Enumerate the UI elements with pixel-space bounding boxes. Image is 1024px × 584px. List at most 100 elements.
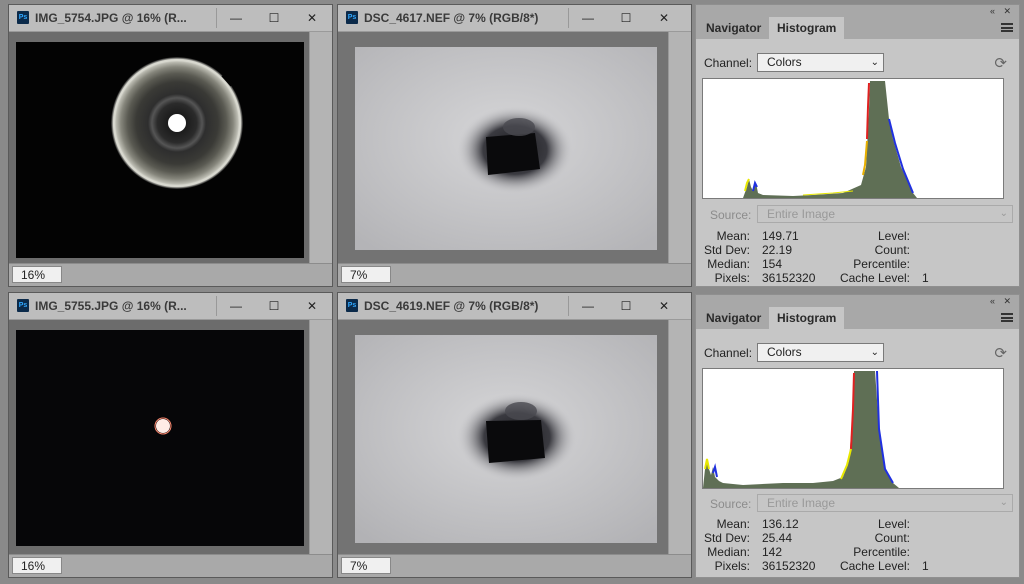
ring-image [111,57,243,189]
cache-level-value: 1 [922,271,929,285]
minimize-button[interactable]: — [569,296,607,316]
maximize-button[interactable]: ☐ [255,8,293,28]
level-label: Level: [877,517,910,531]
panel-header: « ✕ [696,295,1019,307]
vertical-scrollbar[interactable] [668,320,691,577]
hole-image [355,335,657,543]
close-panel-icon[interactable]: ✕ [1003,5,1011,17]
document-window-2[interactable]: Ps DSC_4617.NEF @ 7% (RGB/8*) — ☐ ✕ 7% [337,4,692,287]
chevron-down-icon: ⌄ [870,57,879,68]
cache-level-value: 1 [922,559,929,573]
histogram-graph [702,78,1004,199]
pixels-value: 36152320 [762,271,816,285]
histogram-graph [702,368,1004,489]
minimize-button[interactable]: — [217,296,255,316]
count-label: Count: [874,531,910,545]
document-titlebar[interactable]: Ps DSC_4619.NEF @ 7% (RGB/8*) — ☐ ✕ [338,293,691,320]
source-label: Source: [710,208,752,222]
percentile-label: Percentile: [853,545,910,559]
percentile-label: Percentile: [853,257,910,271]
pixels-label: Pixels: [714,559,750,573]
status-bar: 16% [9,263,332,286]
refresh-icon[interactable]: ⟳ [994,54,1007,72]
refresh-icon[interactable]: ⟳ [994,344,1007,362]
tab-histogram[interactable]: Histogram [769,17,845,39]
zoom-field[interactable]: 16% [12,266,62,283]
cache-level-label: Cache Level: [839,271,910,285]
vertical-scrollbar[interactable] [668,32,691,286]
std-dev-value: 25.44 [762,531,793,545]
close-button[interactable]: ✕ [293,8,331,28]
image-canvas[interactable] [16,330,304,546]
median-label: Median: [707,545,750,559]
document-window-4[interactable]: Ps DSC_4619.NEF @ 7% (RGB/8*) — ☐ ✕ 7% [337,292,692,578]
document-titlebar[interactable]: Ps IMG_5755.JPG @ 16% (R... — ☐ ✕ [9,293,332,320]
tab-histogram[interactable]: Histogram [769,307,845,329]
chevron-down-icon: ⌄ [999,497,1008,508]
zoom-field[interactable]: 16% [12,557,62,574]
maximize-button[interactable]: ☐ [607,296,645,316]
channel-select-value: Colors [767,55,802,69]
image-canvas[interactable] [355,47,657,250]
panel-header: « ✕ [696,5,1019,17]
canvas-area[interactable]: 7% [338,32,691,286]
source-select-value: Entire Image [767,496,836,510]
std-dev-label: Std Dev: [703,243,750,257]
vertical-scrollbar[interactable] [309,320,332,577]
vertical-scrollbar[interactable] [309,32,332,286]
image-canvas[interactable] [355,335,657,543]
hole-image [355,47,657,250]
minimize-button[interactable]: — [569,8,607,28]
median-value: 142 [762,545,783,559]
image-canvas[interactable] [16,42,304,258]
panel-menu-icon[interactable] [1001,23,1013,32]
status-bar: 7% [338,263,691,286]
document-window-1[interactable]: Ps IMG_5754.JPG @ 16% (R... — ☐ ✕ 16% [8,4,333,287]
document-titlebar[interactable]: Ps DSC_4617.NEF @ 7% (RGB/8*) — ☐ ✕ [338,5,691,32]
mean-label: Mean: [716,517,750,531]
channel-select[interactable]: Colors ⌄ [757,53,884,72]
source-select[interactable]: Entire Image ⌄ [757,205,1013,223]
source-select[interactable]: Entire Image ⌄ [757,494,1013,512]
minimize-button[interactable]: — [217,8,255,28]
canvas-area[interactable]: 7% [338,320,691,577]
status-bar: 16% [9,554,332,577]
collapse-panel-icon[interactable]: « [990,5,995,17]
chevron-down-icon: ⌄ [870,347,879,358]
chevron-down-icon: ⌄ [999,208,1008,219]
source-select-value: Entire Image [767,207,836,221]
channel-select-value: Colors [767,345,802,359]
document-title: IMG_5754.JPG @ 16% (R... [35,11,187,25]
maximize-button[interactable]: ☐ [255,296,293,316]
document-window-3[interactable]: Ps IMG_5755.JPG @ 16% (R... — ☐ ✕ 16% [8,292,333,578]
document-titlebar[interactable]: Ps IMG_5754.JPG @ 16% (R... — ☐ ✕ [9,5,332,32]
zoom-field[interactable]: 7% [341,266,391,283]
histogram-panel-2: « ✕ Navigator Histogram Channel: Colors … [695,294,1020,578]
median-value: 154 [762,257,783,271]
tab-navigator[interactable]: Navigator [698,17,769,39]
mean-label: Mean: [716,229,750,243]
close-button[interactable]: ✕ [645,296,683,316]
photoshop-icon: Ps [346,11,358,24]
close-button[interactable]: ✕ [645,8,683,28]
pixels-value: 36152320 [762,559,816,573]
canvas-area[interactable]: 16% [9,320,332,577]
photoshop-icon: Ps [17,299,29,312]
canvas-area[interactable]: 16% [9,32,332,286]
tab-navigator[interactable]: Navigator [698,307,769,329]
collapse-panel-icon[interactable]: « [990,295,995,307]
pixels-label: Pixels: [714,271,750,285]
photoshop-icon: Ps [346,299,358,312]
panel-menu-icon[interactable] [1001,313,1013,322]
close-button[interactable]: ✕ [293,296,331,316]
status-bar: 7% [338,554,691,577]
close-panel-icon[interactable]: ✕ [1003,295,1011,307]
maximize-button[interactable]: ☐ [607,8,645,28]
median-label: Median: [707,257,750,271]
channel-select[interactable]: Colors ⌄ [757,343,884,362]
source-label: Source: [710,497,752,511]
dot-image [154,417,172,435]
document-title: DSC_4619.NEF @ 7% (RGB/8*) [364,299,539,313]
std-dev-value: 22.19 [762,243,793,257]
zoom-field[interactable]: 7% [341,557,391,574]
